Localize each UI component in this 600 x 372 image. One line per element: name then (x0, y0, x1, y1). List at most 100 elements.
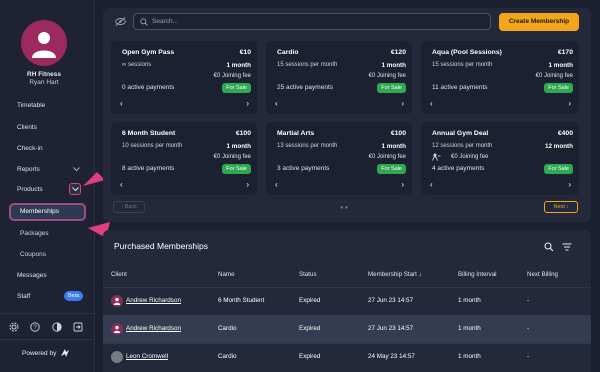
back-button[interactable]: ‹ Back (113, 201, 145, 213)
column-header-next-billing[interactable]: Next Billing (527, 271, 558, 278)
sidebar-item-coupons[interactable]: Coupons (20, 251, 46, 258)
membership-card[interactable]: Annual Gym Deal €400 12 sessions per mon… (421, 122, 579, 195)
user-silhouette-icon (113, 325, 121, 333)
sidebar-item-reports[interactable]: Reports (17, 166, 40, 173)
chevron-right-icon[interactable]: › (401, 99, 404, 108)
chevron-right-icon[interactable]: › (568, 180, 571, 189)
search-icon[interactable] (544, 242, 554, 252)
membership-card[interactable]: Aqua (Pool Sessions) €170 15 sessions pe… (421, 41, 579, 114)
column-header-client[interactable]: Client (111, 271, 127, 278)
brand-logo-icon (61, 349, 69, 357)
avatar (111, 351, 123, 363)
chevron-left-icon[interactable]: ‹ (430, 99, 433, 108)
card-sessions: ∞ sessions (122, 62, 152, 68)
sidebar-item-checkin[interactable]: Check-in (17, 145, 43, 152)
eye-off-icon[interactable] (115, 17, 126, 26)
filter-icon[interactable] (562, 242, 572, 252)
table-row[interactable]: Andrew Richardson Cardio Expired 27 Jun … (103, 315, 591, 343)
membership-start: 24 May 23 14:57 (368, 353, 415, 360)
chevron-left-icon[interactable]: ‹ (120, 180, 123, 189)
membership-card[interactable]: Martial Arts €100 13 sessions per month … (266, 122, 412, 195)
card-sessions: 15 sessions per month (277, 62, 338, 68)
for-sale-badge: For Sale (222, 164, 251, 174)
products-collapse-toggle[interactable] (69, 183, 81, 195)
chevron-right-icon[interactable]: › (568, 99, 571, 108)
next-billing: - (527, 325, 530, 332)
sidebar-divider (0, 339, 95, 340)
card-interval: 1 month (548, 62, 574, 69)
chevron-down-icon (71, 186, 79, 191)
column-header-billing-interval[interactable]: Billing Interval (458, 271, 497, 278)
avatar (111, 295, 123, 307)
logout-icon[interactable] (73, 322, 83, 332)
user-name: Ryan Hart (29, 79, 59, 86)
card-price: €100 (235, 130, 251, 137)
profile-avatar[interactable] (21, 20, 67, 66)
card-sessions: 12 sessions per month (432, 143, 493, 149)
chevron-left-icon[interactable]: ‹ (275, 99, 278, 108)
create-membership-button[interactable]: Create Membership (499, 13, 579, 31)
chevron-down-icon[interactable] (73, 167, 80, 172)
powered-by-label: Powered by (22, 350, 57, 357)
sidebar-item-staff[interactable]: Staff (17, 293, 30, 300)
client-link[interactable]: Andrew Richardson (126, 325, 181, 332)
status-text: Expired (299, 297, 321, 304)
pagination-dots: ●● (340, 205, 350, 211)
sidebar-item-messages[interactable]: Messages (17, 272, 47, 279)
column-header-status[interactable]: Status (299, 271, 317, 278)
card-sessions: 13 sessions per month (277, 143, 338, 149)
card-title: Martial Arts (277, 130, 315, 137)
chevron-left-icon[interactable]: ‹ (120, 99, 123, 108)
user-silhouette-icon (113, 297, 121, 305)
card-price: €120 (390, 49, 406, 56)
chevron-right-icon[interactable]: › (401, 180, 404, 189)
search-input[interactable]: Search... (133, 13, 491, 30)
card-joining-fee: €0 Joining fee (368, 73, 406, 79)
sidebar-item-timetable[interactable]: Timetable (17, 102, 45, 109)
client-link[interactable]: Andrew Richardson (126, 297, 181, 304)
membership-card[interactable]: Open Gym Pass €10 ∞ sessions 1 month €0 … (111, 41, 257, 114)
card-title: 6 Month Student (122, 130, 176, 137)
next-billing: - (527, 353, 530, 360)
client-link[interactable]: Leon Cromwell (126, 353, 168, 360)
membership-name: Cardio (218, 353, 237, 360)
help-icon[interactable]: ? (30, 322, 40, 332)
membership-card[interactable]: 6 Month Student €100 10 sessions per mon… (111, 122, 257, 195)
contrast-icon[interactable] (52, 322, 62, 332)
table-row[interactable]: Leon Cromwell Cardio Expired 24 May 23 1… (103, 343, 591, 371)
table-row[interactable]: Andrew Richardson 6 Month Student Expire… (103, 287, 591, 315)
next-button[interactable]: Next › (544, 201, 578, 213)
chevron-right-icon[interactable]: › (246, 99, 249, 108)
card-active-payments: 0 active payments (122, 84, 175, 91)
card-interval: 1 month (381, 143, 407, 150)
column-header-membership-start[interactable]: Membership Start ↓ (368, 271, 422, 278)
card-interval: 1 month (226, 143, 252, 150)
user-silhouette-icon (32, 32, 56, 58)
chevron-left-icon[interactable]: ‹ (275, 180, 278, 189)
sidebar-item-products[interactable]: Products (17, 186, 43, 193)
card-sessions: 10 sessions per month (122, 143, 183, 149)
sidebar-item-memberships[interactable]: Memberships (9, 203, 86, 221)
card-active-payments: 4 active payments (432, 165, 485, 172)
sidebar-item-packages[interactable]: Packages (20, 230, 49, 237)
membership-card[interactable]: Cardio €120 15 sessions per month 1 mont… (266, 41, 412, 114)
column-header-name[interactable]: Name (218, 271, 235, 278)
card-price: €400 (557, 130, 573, 137)
sidebar-item-clients[interactable]: Clients (17, 124, 37, 131)
sort-down-icon: ↓ (418, 271, 422, 278)
membership-name: 6 Month Student (218, 297, 265, 304)
membership-name: Cardio (218, 325, 237, 332)
card-title: Open Gym Pass (122, 49, 175, 56)
card-interval: 1 month (381, 62, 407, 69)
card-active-payments: 3 active payments (277, 165, 330, 172)
status-text: Expired (299, 325, 321, 332)
back-label: Back (124, 204, 137, 210)
chevron-right-icon[interactable]: › (246, 180, 249, 189)
card-title: Aqua (Pool Sessions) (432, 49, 502, 56)
chevron-left-icon[interactable]: ‹ (430, 180, 433, 189)
card-joining-fee: €0 Joining fee (213, 73, 251, 79)
gear-icon[interactable] (9, 322, 19, 332)
purchased-memberships-panel: Purchased Memberships Client Name Status… (103, 230, 591, 372)
card-active-payments: 8 active payments (122, 165, 175, 172)
card-interval: 12 month (545, 143, 573, 150)
